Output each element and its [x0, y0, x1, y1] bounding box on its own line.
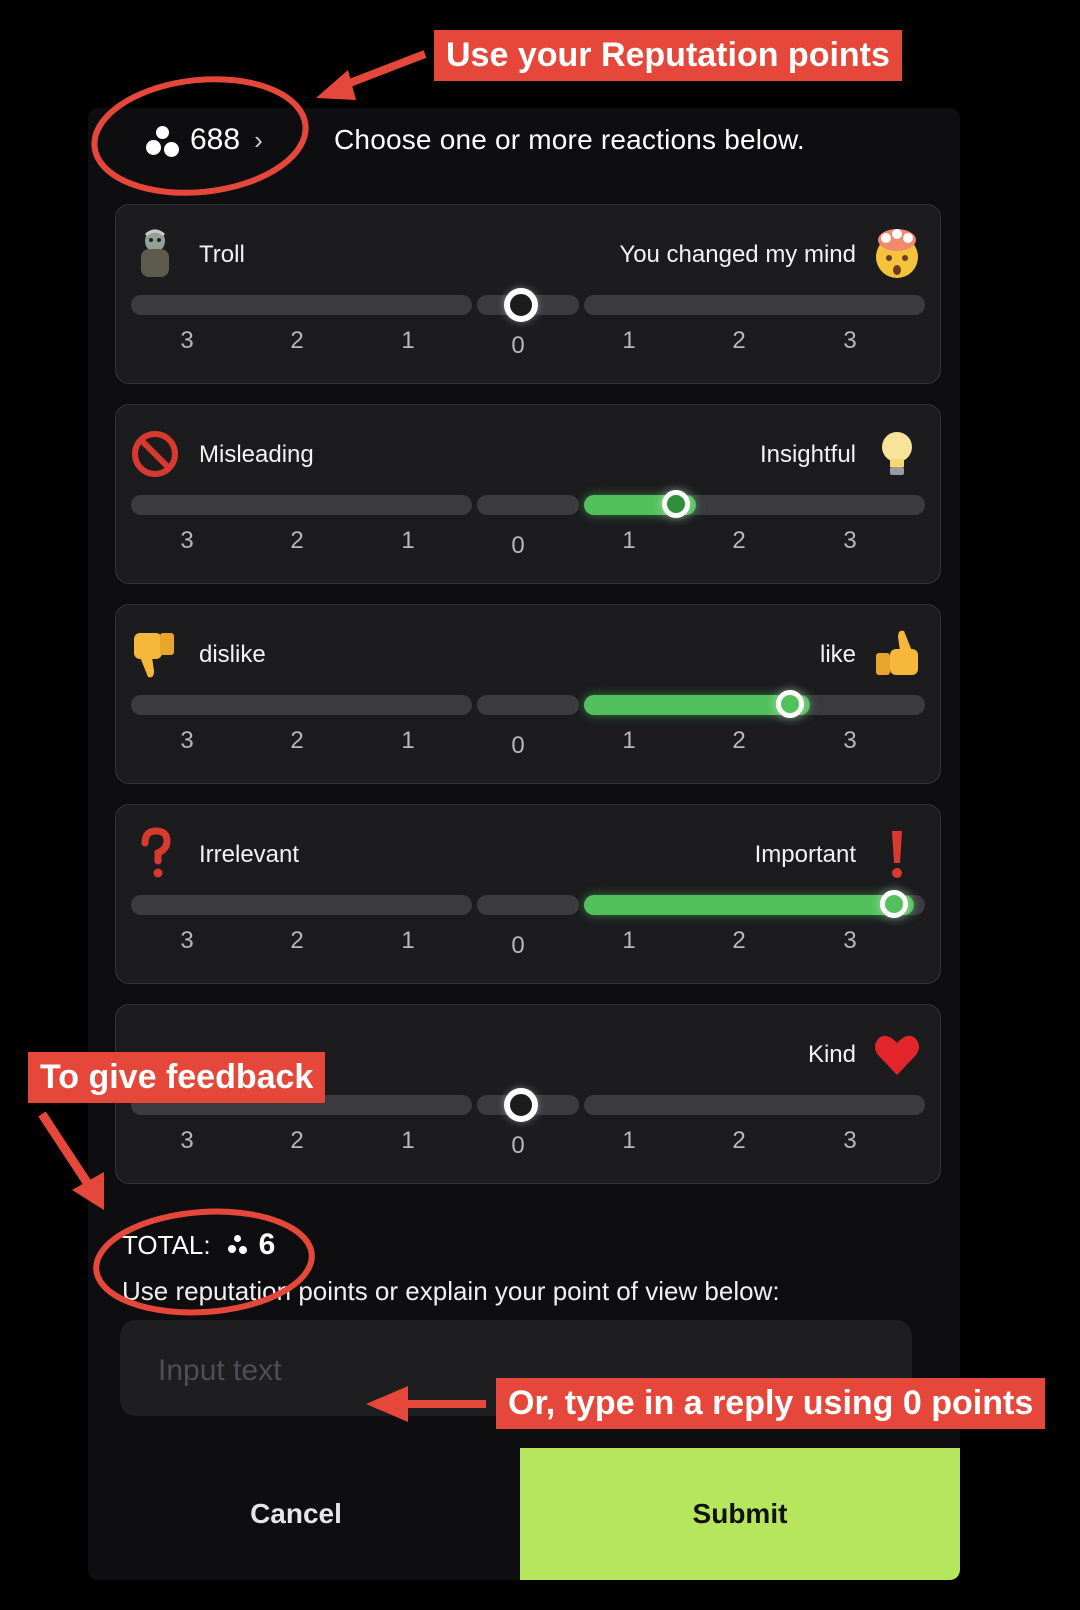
lightbulb-icon: [872, 427, 922, 481]
slider-track-left[interactable]: [131, 495, 472, 515]
chevron-right-icon: ›: [254, 124, 263, 155]
scale-tick: 3: [180, 727, 194, 754]
scale-tick: 3: [180, 1127, 194, 1154]
slider-track-center[interactable]: [477, 695, 579, 715]
total-value: 6: [258, 1228, 276, 1261]
scale-tick: 0: [511, 732, 525, 759]
slider-fill: [584, 895, 914, 915]
scale-tick: 0: [511, 332, 525, 359]
reaction-card-misleading: Misleading Insightful 3 2 1 0 1 2 3: [115, 404, 941, 584]
thumbs-down-icon: [130, 627, 180, 681]
scale-tick: 3: [843, 927, 857, 954]
scale-tick: 1: [622, 527, 636, 554]
total-label: TOTAL:: [122, 1229, 211, 1260]
scale-tick: 2: [732, 527, 746, 554]
scale-tick: 1: [401, 727, 415, 754]
scale-tick: 2: [732, 1127, 746, 1154]
scale-tick: 1: [401, 327, 415, 354]
scale-tick: 0: [511, 1132, 525, 1159]
scale-tick: 3: [843, 527, 857, 554]
reputation-balance[interactable]: 688 ›: [144, 122, 263, 158]
slider-thumb[interactable]: [504, 1088, 538, 1122]
scale-tick: 1: [622, 727, 636, 754]
scale-tick: 3: [180, 927, 194, 954]
slider-track-right[interactable]: [584, 295, 925, 315]
scale-tick: 1: [622, 927, 636, 954]
reaction-panel: 688 › Choose one or more reactions below…: [88, 108, 960, 1580]
scale-tick: 1: [401, 1127, 415, 1154]
left-label: Misleading: [199, 441, 314, 468]
reply-hint: Use reputation points or explain your po…: [122, 1276, 780, 1306]
reaction-card-dislike: dislike like 3 2 1 0 1 2 3: [115, 604, 941, 784]
submit-button[interactable]: Submit: [520, 1448, 960, 1580]
thumbs-up-icon: [872, 627, 922, 681]
scale-tick: 2: [290, 527, 304, 554]
troll-icon: [130, 227, 180, 281]
scale-tick: 3: [843, 327, 857, 354]
scale-tick: 2: [290, 327, 304, 354]
left-label: Irrelevant: [199, 841, 300, 868]
prohibited-icon: [130, 427, 180, 481]
instruction-text: Choose one or more reactions below.: [334, 124, 805, 155]
slider-thumb[interactable]: [662, 490, 690, 518]
heart-icon: [872, 1027, 922, 1081]
scale-tick: 3: [843, 727, 857, 754]
scale-tick: 2: [290, 1127, 304, 1154]
reputation-points-icon: [227, 1234, 249, 1256]
reputation-points-icon: [144, 122, 180, 158]
slider-thumb[interactable]: [776, 690, 804, 718]
slider-track-center[interactable]: [477, 495, 579, 515]
panel-header: 688 › Choose one or more reactions below…: [88, 108, 960, 176]
annotation-feedback: To give feedback: [28, 1052, 326, 1103]
scale-tick: 3: [180, 327, 194, 354]
scale-tick: 1: [401, 927, 415, 954]
left-label: Troll: [199, 241, 245, 268]
slider-track-left[interactable]: [131, 295, 472, 315]
reputation-balance-value: 688: [190, 123, 241, 156]
annotation-reply: Or, type in a reply using 0 points: [496, 1378, 1046, 1429]
right-label: like: [819, 641, 856, 668]
slider-track-left[interactable]: [131, 895, 472, 915]
right-label: Insightful: [759, 441, 856, 468]
scale-tick: 0: [511, 532, 525, 559]
slider-thumb[interactable]: [504, 288, 538, 322]
scale-tick: 1: [622, 327, 636, 354]
scale-tick: 3: [180, 527, 194, 554]
slider-track-left[interactable]: [131, 695, 472, 715]
slider-track-right[interactable]: [584, 1095, 925, 1115]
footer-actions: Cancel Submit: [88, 1448, 960, 1580]
left-label: dislike: [199, 641, 266, 668]
scale-tick: 1: [622, 1127, 636, 1154]
scale-tick: 1: [401, 527, 415, 554]
scale-tick: 2: [732, 927, 746, 954]
right-label: Kind: [807, 1041, 856, 1068]
scale-tick: 2: [290, 927, 304, 954]
question-mark-icon: [130, 827, 180, 881]
scale-tick: 2: [290, 727, 304, 754]
reaction-card-troll: Troll You changed my mind 3 2 1 0 1 2 3: [115, 204, 941, 384]
slider-track-center[interactable]: [477, 895, 579, 915]
mind-blown-icon: [872, 227, 922, 281]
scale-tick: 3: [843, 1127, 857, 1154]
scale-tick: 2: [732, 727, 746, 754]
exclamation-mark-icon: [872, 827, 922, 881]
scale-tick: 2: [732, 327, 746, 354]
total-points: TOTAL: 6: [122, 1228, 275, 1262]
cancel-button[interactable]: Cancel: [88, 1448, 504, 1580]
right-label: You changed my mind: [619, 241, 856, 268]
annotation-reputation: Use your Reputation points: [434, 30, 902, 81]
slider-thumb[interactable]: [880, 890, 908, 918]
reaction-card-irrelevant: Irrelevant Important 3 2 1 0 1 2 3: [115, 804, 941, 984]
right-label: Important: [754, 841, 856, 868]
scale-tick: 0: [511, 932, 525, 959]
